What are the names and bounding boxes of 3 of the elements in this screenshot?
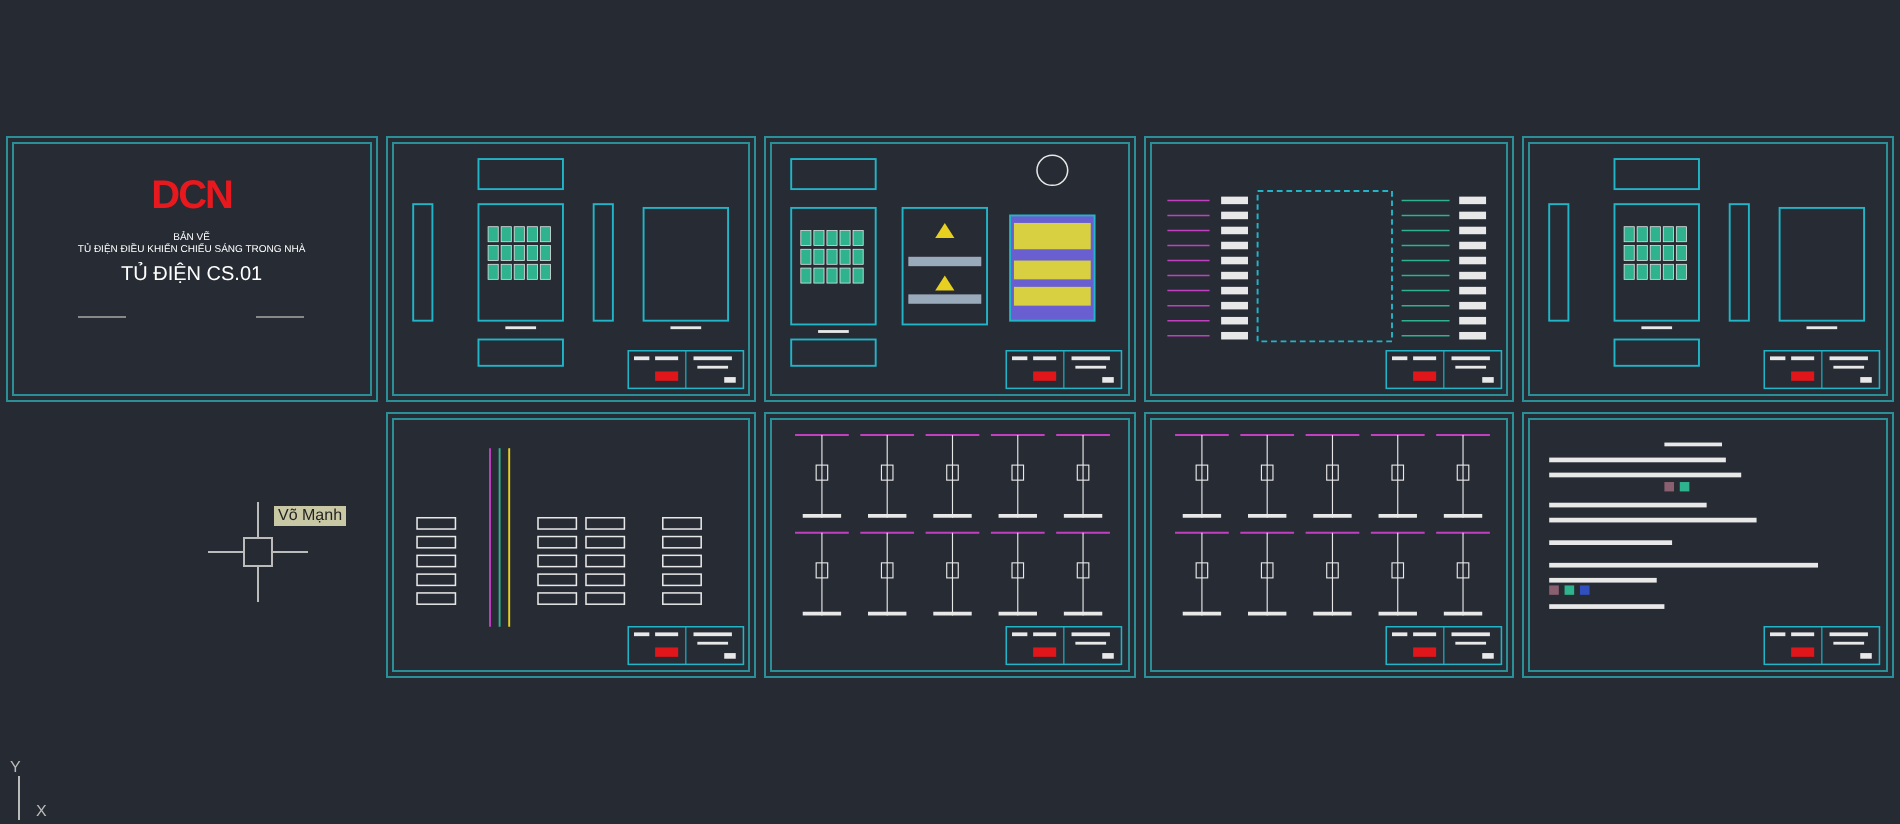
sheet-title: TỦ ĐIỆN CS.01 (121, 263, 263, 288)
cursor-tooltip: Võ Mạnh (274, 506, 347, 526)
company-logo: DCN (151, 176, 232, 216)
